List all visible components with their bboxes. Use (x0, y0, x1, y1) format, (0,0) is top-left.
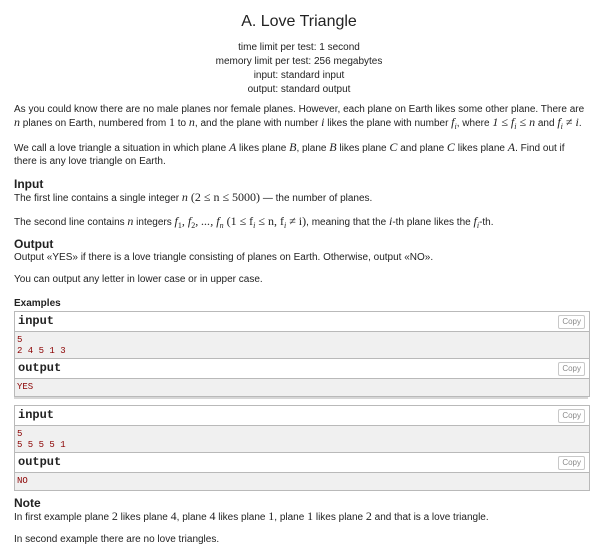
input-line-1: The first line contains a single integer… (14, 191, 586, 205)
example-1-output-box: output Copy YES (14, 358, 590, 397)
statement-text: , where (456, 118, 493, 129)
note-text: and that is a love triangle. (371, 512, 489, 523)
input-text: The first line contains a single integer (14, 193, 182, 204)
statement-paragraph-2: We call a love triangle a situation in w… (14, 141, 586, 168)
output-file: output: standard output (247, 84, 351, 95)
examples-heading: Examples (14, 298, 61, 309)
example-1-input-content: 5 2 4 5 1 3 (17, 335, 66, 356)
statement-text: . (578, 118, 582, 129)
example-2-input-box: input Copy 5 5 5 5 5 1 (14, 405, 590, 455)
example-1-output-content: YES (17, 382, 34, 392)
example-2-output-content: NO (17, 476, 28, 486)
input-text: -th plane likes the (392, 217, 474, 228)
statement-paragraph-1: As you could know there are no male plan… (14, 103, 586, 133)
example-2-input-label: input (18, 408, 55, 422)
math-b: B (329, 140, 337, 154)
example-1-input-header: input Copy (15, 312, 589, 332)
example-separator (14, 397, 588, 399)
math-f: , f (181, 214, 192, 228)
math-range: ≠ i) (286, 214, 307, 228)
statement-text: , plane (296, 143, 330, 154)
copy-button[interactable]: Copy (558, 362, 585, 376)
statement-text: to (174, 118, 189, 129)
note-line-1: In first example plane 2 likes plane 4, … (14, 510, 586, 524)
statement-text: likes the plane with number (324, 118, 452, 129)
statement-paragraph-2-wrap: We call a love triangle a situation in w… (14, 141, 586, 168)
statement-text: and plane (397, 143, 447, 154)
math-c: C (446, 140, 455, 154)
example-2-output-box: output Copy NO (14, 452, 590, 491)
statement-text: We call a love triangle a situation in w… (14, 143, 229, 154)
note-text: In first example plane (14, 512, 112, 523)
note-text: likes plane (117, 512, 171, 523)
copy-button[interactable]: Copy (558, 456, 585, 470)
note-heading: Note (14, 496, 41, 510)
input-text: The second line contains (14, 217, 128, 228)
examples-section: Examples (14, 297, 586, 310)
math-a: A (507, 140, 516, 154)
statement-text: likes plane (454, 143, 508, 154)
input-file: input: standard input (253, 70, 345, 81)
problem-header: A. Love Triangle time limit per test: 1 … (0, 13, 598, 97)
note-text: , plane (274, 512, 308, 523)
statement-text: likes plane (336, 143, 390, 154)
statement-text: , and the plane with number (194, 118, 322, 129)
problem-limits: time limit per test: 1 second memory lim… (0, 41, 598, 97)
math-range: (2 ≤ n ≤ 5000) (187, 190, 261, 204)
note-text: likes plane (313, 512, 366, 523)
input-text: — the number of planes. (260, 193, 373, 204)
problem-statement: As you could know there are no male plan… (14, 103, 586, 133)
statement-text: planes on Earth, numbered from (20, 118, 169, 129)
input-line-2: The second line contains n integers f1, … (14, 215, 586, 232)
math-cond: 1 ≤ f (492, 115, 515, 129)
example-2-output-label: output (18, 455, 62, 469)
input-text: -th. (479, 217, 494, 228)
input-text: integers (133, 217, 175, 228)
statement-text: As you could know there are no male plan… (14, 104, 585, 115)
input-heading: Input (14, 177, 44, 191)
output-heading: Output (14, 237, 54, 251)
example-1-input-box: input Copy 5 2 4 5 1 3 (14, 311, 590, 361)
example-2-input-header: input Copy (15, 406, 589, 426)
example-2-input-content: 5 5 5 5 5 1 (17, 429, 66, 450)
example-1-output-header: output Copy (15, 359, 589, 379)
math-cond: ≠ i (562, 115, 579, 129)
math-f: , ..., f (195, 214, 220, 228)
note-line-2: In second example there are no love tria… (14, 534, 220, 545)
memory-limit: memory limit per test: 256 megabytes (215, 56, 383, 67)
statement-text: likes plane (236, 143, 290, 154)
statement-text: and (535, 118, 558, 129)
math-range: (1 ≤ f (223, 214, 254, 228)
math-cond: ≤ n (516, 115, 536, 129)
math-range: ≤ n, f (255, 214, 284, 228)
note-text: , plane (176, 512, 210, 523)
input-text: , meaning that the (306, 217, 389, 228)
output-section: Output Output «YES» if there is a love t… (14, 238, 586, 286)
copy-button[interactable]: Copy (558, 409, 585, 423)
output-line-1: Output «YES» if there is a love triangle… (14, 252, 434, 263)
problem-title: A. Love Triangle (241, 13, 357, 30)
example-1-output-label: output (18, 361, 62, 375)
copy-button[interactable]: Copy (558, 315, 585, 329)
input-section: Input The first line contains a single i… (14, 178, 586, 232)
note-text: likes plane (215, 512, 269, 523)
output-line-2: You can output any letter in lower case … (14, 274, 263, 285)
time-limit: time limit per test: 1 second (238, 42, 360, 53)
example-1-input-label: input (18, 314, 55, 328)
note-section: Note In first example plane 2 likes plan… (14, 497, 586, 546)
example-2-output-header: output Copy (15, 453, 589, 473)
